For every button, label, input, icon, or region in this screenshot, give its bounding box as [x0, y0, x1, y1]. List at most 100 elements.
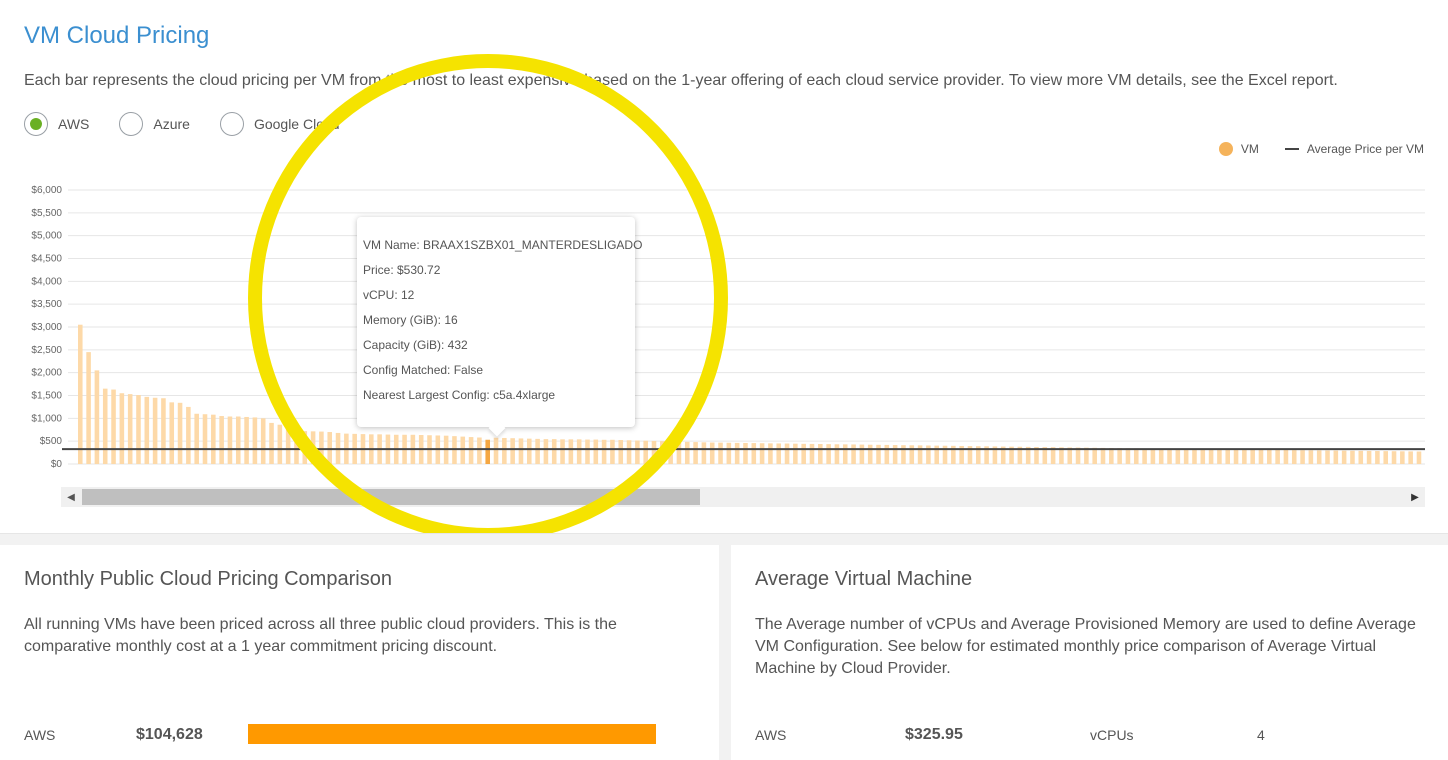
vm-bar[interactable]: [743, 442, 748, 464]
vm-bar[interactable]: [1366, 450, 1372, 464]
vm-bar[interactable]: [585, 439, 590, 464]
vm-bar[interactable]: [892, 445, 898, 464]
vm-bar[interactable]: [593, 439, 599, 464]
vm-bar[interactable]: [169, 402, 175, 464]
vm-bar[interactable]: [768, 443, 773, 464]
vm-bar[interactable]: [859, 444, 865, 464]
vm-bar[interactable]: [1258, 449, 1264, 464]
vm-bar[interactable]: [876, 444, 881, 464]
vm-bar[interactable]: [302, 431, 308, 464]
vm-bar[interactable]: [260, 418, 266, 464]
vm-bar[interactable]: [510, 438, 515, 464]
radio-circle[interactable]: [219, 112, 244, 136]
vm-bar[interactable]: [194, 413, 199, 464]
vm-bar[interactable]: [161, 398, 166, 464]
vm-bar[interactable]: [1242, 449, 1247, 464]
scroll-right-icon[interactable]: ▶: [1405, 487, 1425, 507]
vm-bar[interactable]: [668, 441, 673, 464]
vm-bar[interactable]: [809, 443, 815, 464]
vm-bar[interactable]: [468, 437, 474, 464]
vm-bar[interactable]: [1400, 451, 1405, 464]
vm-bar[interactable]: [1200, 449, 1206, 464]
vm-bar[interactable]: [651, 440, 657, 464]
vm-bar[interactable]: [235, 416, 241, 464]
scroll-left-icon[interactable]: ◀: [61, 487, 81, 507]
vm-bar[interactable]: [1109, 448, 1114, 464]
vm-bar[interactable]: [643, 440, 648, 464]
vm-bar[interactable]: [576, 439, 582, 464]
vm-bar[interactable]: [186, 406, 191, 464]
vm-bar[interactable]: [1408, 451, 1413, 464]
vm-bar[interactable]: [119, 393, 125, 464]
vm-bar[interactable]: [177, 402, 183, 464]
vm-bar[interactable]: [1250, 449, 1255, 464]
vm-bar[interactable]: [86, 352, 91, 464]
legend-item-vm[interactable]: VM: [1218, 142, 1259, 156]
vm-bar-highlighted[interactable]: [485, 439, 490, 464]
vm-bar[interactable]: [842, 444, 848, 464]
radio-circle[interactable]: [119, 112, 144, 136]
vm-bar[interactable]: [726, 442, 732, 464]
vm-bar[interactable]: [252, 417, 258, 464]
vm-bar[interactable]: [1092, 447, 1097, 464]
vm-bar[interactable]: [901, 445, 906, 464]
vm-bar[interactable]: [244, 416, 249, 464]
vm-bar[interactable]: [1192, 449, 1197, 464]
vm-bar[interactable]: [1208, 449, 1214, 464]
chart-scrollbar[interactable]: ◀ ▶: [61, 487, 1425, 507]
vm-bar[interactable]: [618, 440, 624, 464]
vm-bar[interactable]: [1333, 450, 1339, 464]
vm-bar[interactable]: [867, 444, 873, 464]
legend-item-average[interactable]: Average Price per VM: [1284, 142, 1424, 156]
vm-bar[interactable]: [1217, 449, 1222, 464]
vm-bar[interactable]: [718, 442, 723, 464]
vm-bar[interactable]: [1175, 448, 1181, 464]
vm-bar[interactable]: [1291, 450, 1297, 464]
vm-bar[interactable]: [884, 444, 890, 464]
radio-google-cloud[interactable]: Google Cloud: [219, 112, 340, 136]
vm-bar[interactable]: [1100, 447, 1106, 464]
vm-bar[interactable]: [676, 441, 682, 464]
vm-bar[interactable]: [1300, 450, 1305, 464]
vm-bar[interactable]: [684, 441, 690, 464]
vm-bar[interactable]: [1233, 449, 1239, 464]
vm-bar[interactable]: [460, 436, 466, 464]
vm-bar[interactable]: [477, 437, 482, 464]
vm-bar[interactable]: [635, 440, 640, 464]
vm-bar[interactable]: [1158, 448, 1164, 464]
vm-bar[interactable]: [202, 414, 208, 464]
vm-bar[interactable]: [851, 444, 856, 464]
vm-bar[interactable]: [1341, 450, 1347, 464]
vm-bar[interactable]: [1358, 450, 1364, 464]
vm-bar[interactable]: [560, 439, 565, 464]
radio-circle-selected[interactable]: [24, 112, 48, 136]
vm-bar[interactable]: [610, 439, 615, 464]
vm-bar[interactable]: [1167, 448, 1172, 464]
vm-bar[interactable]: [1391, 451, 1397, 464]
vm-bar[interactable]: [152, 397, 158, 464]
vm-bar[interactable]: [701, 442, 707, 464]
vm-bar[interactable]: [626, 440, 632, 464]
vm-bar[interactable]: [277, 424, 283, 464]
vm-bar[interactable]: [294, 430, 299, 464]
vm-bar[interactable]: [1416, 451, 1422, 464]
vm-bar[interactable]: [660, 441, 665, 464]
radio-azure[interactable]: Azure: [119, 112, 190, 136]
vm-bar[interactable]: [144, 396, 150, 464]
vm-bar[interactable]: [601, 439, 607, 464]
vm-bar[interactable]: [219, 416, 224, 464]
vm-bar[interactable]: [1267, 449, 1272, 464]
vm-bar[interactable]: [1125, 448, 1131, 464]
vm-bar[interactable]: [310, 431, 316, 464]
vm-bar[interactable]: [1117, 448, 1122, 464]
vm-bar[interactable]: [1316, 450, 1322, 464]
vm-bar[interactable]: [834, 444, 840, 464]
vm-bar[interactable]: [78, 324, 83, 464]
vm-bar[interactable]: [127, 394, 133, 464]
vm-bar[interactable]: [285, 428, 291, 464]
vm-bar[interactable]: [535, 438, 540, 464]
vm-bar[interactable]: [1150, 448, 1156, 464]
vm-bar[interactable]: [776, 443, 782, 464]
vm-bar[interactable]: [751, 443, 757, 464]
vm-bar[interactable]: [1283, 450, 1289, 464]
